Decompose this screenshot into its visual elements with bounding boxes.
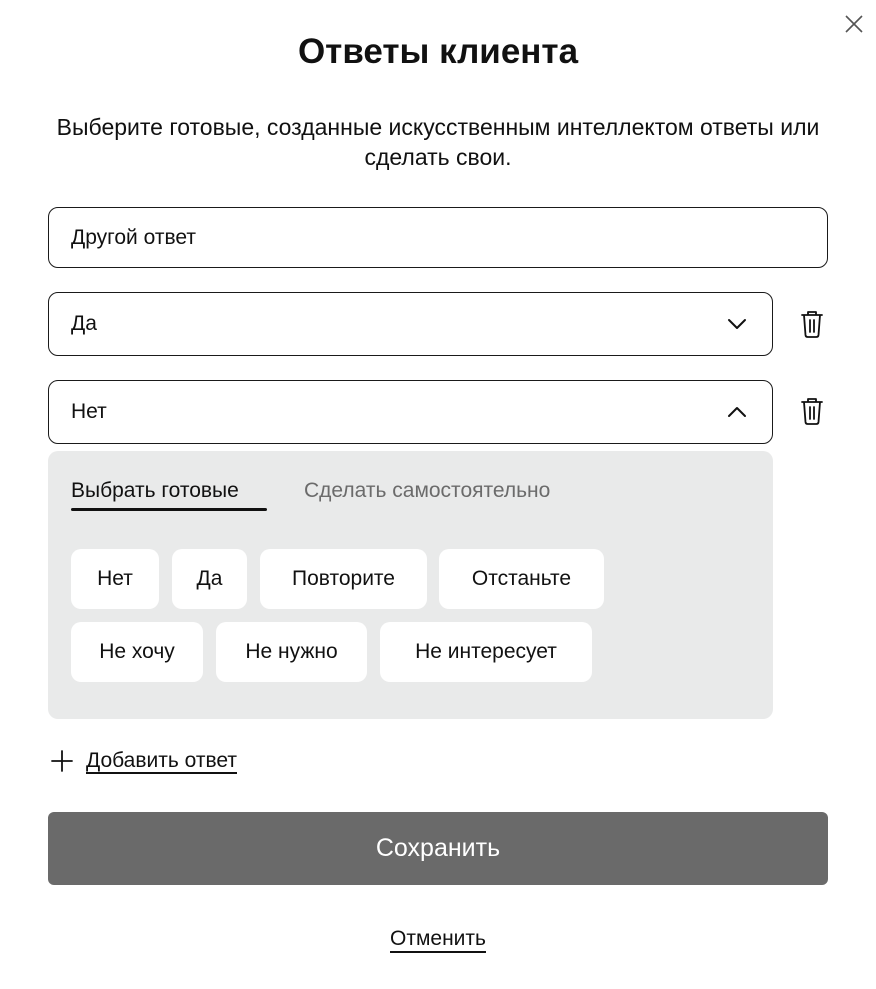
- tab-choose-ready[interactable]: Выбрать готовые: [71, 477, 239, 505]
- answer-select-no[interactable]: Нет: [48, 380, 773, 444]
- suggestion-chip[interactable]: Нет: [71, 549, 159, 609]
- dialog-subtitle: Выберите готовые, созданные искусственны…: [56, 114, 820, 170]
- suggestion-chip[interactable]: Повторите: [260, 549, 427, 609]
- answer-value: Нет: [71, 400, 107, 423]
- suggestion-chip[interactable]: Да: [172, 549, 247, 609]
- suggestion-chip[interactable]: Не нужно: [216, 622, 367, 682]
- save-button[interactable]: Сохранить: [48, 812, 828, 885]
- add-answer-link[interactable]: Добавить ответ: [50, 746, 237, 776]
- cancel-link[interactable]: Отменить: [390, 927, 486, 950]
- chevron-up-icon[interactable]: [726, 404, 748, 420]
- suggestion-chip[interactable]: Не хочу: [71, 622, 203, 682]
- add-answer-label: Добавить ответ: [86, 749, 237, 772]
- suggestions-panel: Выбрать готовые Сделать самостоятельно Н…: [48, 451, 773, 719]
- trash-icon: [801, 398, 823, 425]
- answer-value: Другой ответ: [71, 225, 196, 249]
- trash-icon: [801, 311, 823, 338]
- active-tab-indicator: [71, 508, 267, 511]
- delete-answer-button[interactable]: [799, 309, 825, 339]
- tab-create-own[interactable]: Сделать самостоятельно: [304, 477, 550, 505]
- chevron-down-icon[interactable]: [726, 316, 748, 332]
- cancel-row: Отменить: [0, 924, 876, 954]
- suggestion-chip[interactable]: Не интересует: [380, 622, 592, 682]
- answer-input-other[interactable]: Другой ответ: [48, 207, 828, 268]
- answer-value: Да: [71, 312, 97, 335]
- suggestion-chip[interactable]: Отстаньте: [439, 549, 604, 609]
- plus-icon: [51, 750, 73, 772]
- delete-answer-button[interactable]: [799, 396, 825, 426]
- dialog-title: Ответы клиента: [297, 32, 579, 71]
- answer-select-yes[interactable]: Да: [48, 292, 773, 356]
